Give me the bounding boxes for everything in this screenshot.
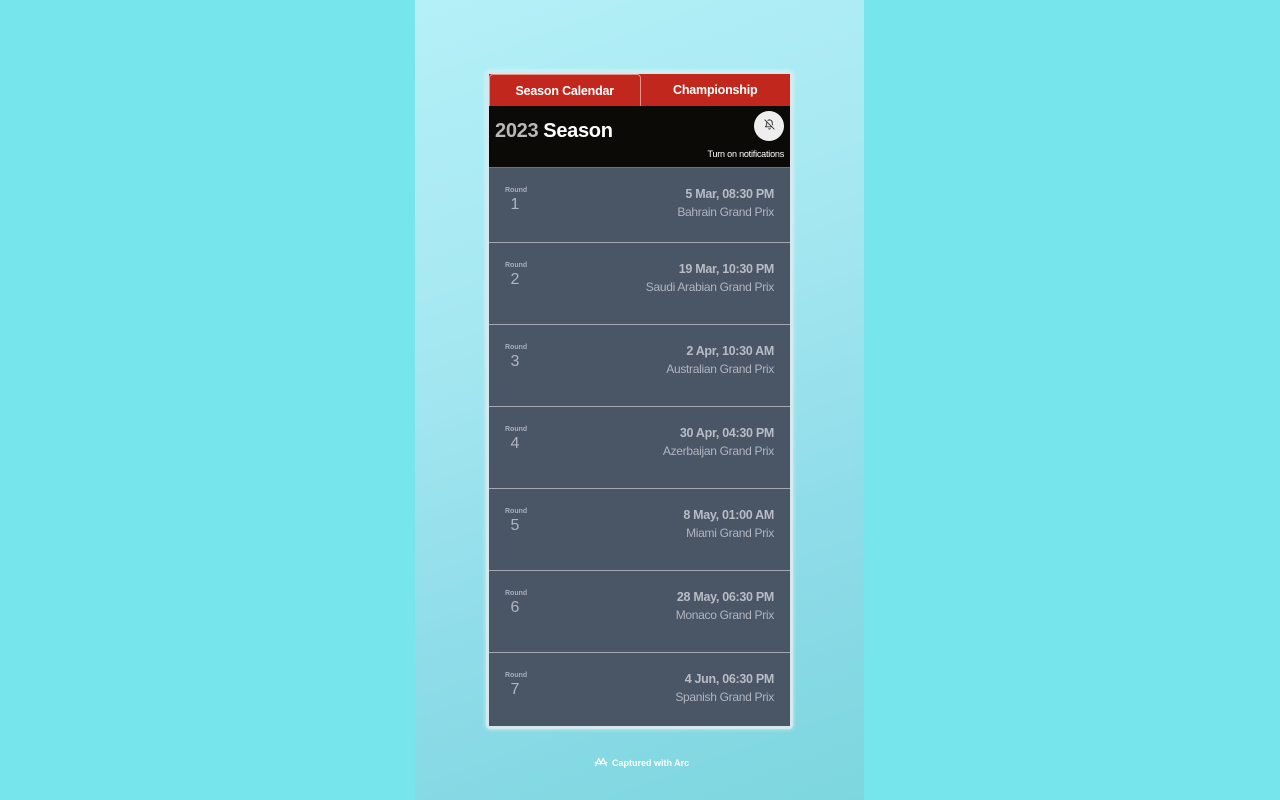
round-label: Round (505, 672, 528, 679)
bell-off-icon (763, 117, 775, 135)
race-list-item[interactable]: Round 2 19 Mar, 10:30 PM Saudi Arabian G… (489, 243, 790, 325)
race-list: Round 1 5 Mar, 08:30 PM Bahrain Grand Pr… (489, 168, 790, 726)
captured-text: Captured with Arc (612, 758, 690, 768)
race-info: 4 Jun, 06:30 PM Spanish Grand Prix (675, 672, 774, 704)
race-name: Miami Grand Prix (686, 526, 774, 540)
race-list-item[interactable]: Round 5 8 May, 01:00 AM Miami Grand Prix (489, 489, 790, 571)
season-word: Season (543, 120, 613, 142)
season-year: 2023 (495, 120, 539, 142)
popup-window: Season Calendar Championship 2023Season (486, 71, 793, 729)
round-label: Round (505, 426, 528, 433)
round-block: Round 4 (505, 426, 528, 453)
round-block: Round 2 (505, 262, 528, 289)
round-block: Round 3 (505, 344, 528, 371)
race-info: 2 Apr, 10:30 AM Australian Grand Prix (666, 344, 774, 376)
race-name: Monaco Grand Prix (675, 608, 775, 622)
round-number: 7 (510, 681, 520, 698)
race-info: 19 Mar, 10:30 PM Saudi Arabian Grand Pri… (645, 262, 775, 294)
race-date: 19 Mar, 10:30 PM (678, 262, 775, 276)
season-header: 2023 Season Turn on notifications (489, 106, 790, 168)
race-list-item[interactable]: Round 6 28 May, 06:30 PM Monaco Grand Pr… (489, 571, 790, 653)
round-number: 6 (510, 599, 520, 616)
round-number: 2 (510, 271, 520, 288)
round-number: 4 (510, 435, 520, 452)
race-name: Australian Grand Prix (666, 362, 774, 376)
round-label: Round (505, 262, 528, 269)
round-number: 1 (510, 196, 520, 213)
race-list-item[interactable]: Round 1 5 Mar, 08:30 PM Bahrain Grand Pr… (489, 168, 790, 243)
round-label: Round (505, 508, 528, 515)
round-block: Round 5 (505, 508, 528, 535)
round-label: Round (505, 187, 528, 194)
round-block: Round 7 (505, 672, 528, 699)
page-title: 2023 Season (495, 120, 613, 143)
round-label: Round (505, 344, 528, 351)
notifications-label: Turn on notifications (707, 149, 784, 159)
captured-with-arc: Captured with Arc (594, 756, 689, 770)
race-date: 30 Apr, 04:30 PM (679, 426, 774, 440)
tab-championship[interactable]: Championship (641, 74, 791, 106)
race-name: Azerbaijan Grand Prix (662, 444, 774, 458)
round-block: Round 6 (505, 590, 528, 617)
notifications-button[interactable] (754, 111, 784, 141)
round-number: 5 (510, 517, 520, 534)
round-label: Round (505, 590, 528, 597)
race-date: 5 Mar, 08:30 PM (685, 187, 774, 201)
race-info: 8 May, 01:00 AM Miami Grand Prix (683, 508, 774, 540)
race-date: 28 May, 06:30 PM (676, 590, 774, 604)
tab-bar: Season Calendar Championship (489, 74, 790, 106)
race-list-item[interactable]: Round 3 2 Apr, 10:30 AM Australian Grand… (489, 325, 790, 407)
round-block: Round 1 (505, 187, 528, 214)
race-name: Saudi Arabian Grand Prix (645, 280, 775, 294)
race-date: 4 Jun, 06:30 PM (684, 672, 775, 686)
round-number: 3 (510, 353, 520, 370)
race-info: 30 Apr, 04:30 PM Azerbaijan Grand Prix (663, 426, 774, 458)
race-list-item[interactable]: Round 7 4 Jun, 06:30 PM Spanish Grand Pr… (489, 653, 790, 726)
app-container: Season Calendar Championship 2023Season (489, 74, 790, 726)
race-date: 8 May, 01:00 AM (683, 508, 774, 522)
race-date: 2 Apr, 10:30 AM (686, 344, 774, 358)
race-info: 28 May, 06:30 PM Monaco Grand Prix (675, 590, 775, 622)
tab-season-calendar[interactable]: Season Calendar (489, 74, 641, 106)
race-name: Spanish Grand Prix (675, 690, 774, 704)
race-list-item[interactable]: Round 4 30 Apr, 04:30 PM Azerbaijan Gran… (489, 407, 790, 489)
arc-logo-icon (594, 756, 608, 770)
race-info: 5 Mar, 08:30 PM Bahrain Grand Prix (677, 187, 774, 219)
race-name: Bahrain Grand Prix (677, 205, 774, 219)
